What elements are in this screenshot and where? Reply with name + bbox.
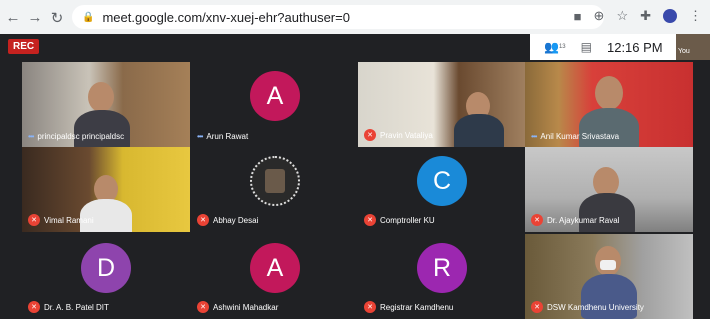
participant-name: ✕ Pravin Vataliya xyxy=(364,129,433,141)
self-view-label: You xyxy=(678,48,690,55)
mic-off-icon: ✕ xyxy=(28,214,40,226)
participant-name: ✕ Ashwini Mahadkar xyxy=(197,301,278,313)
browser-actions: ■ ⊕ ☆ ✚ ⋮ xyxy=(574,8,702,24)
participant-name: ✕ Comptroller KU xyxy=(364,214,435,226)
mic-off-icon: ✕ xyxy=(364,301,376,313)
menu-icon[interactable]: ⋮ xyxy=(689,8,702,24)
participant-tile[interactable]: R ✕ Registrar Kamdhenu xyxy=(358,234,526,319)
participant-tile[interactable]: A ••• Arun Rawat xyxy=(191,62,359,147)
browser-toolbar: ← → ↻ 🔒 meet.google.com/xnv-xuej-ehr?aut… xyxy=(0,0,710,34)
participant-avatar-image xyxy=(250,156,300,206)
participant-name: ✕ Vimal Ramani xyxy=(28,214,94,226)
participant-avatar: C xyxy=(417,156,467,206)
speaking-icon: ••• xyxy=(197,132,203,141)
back-icon[interactable]: ← xyxy=(4,9,22,26)
speaking-icon: ••• xyxy=(28,132,34,141)
participant-tile[interactable]: ✕ DSW Kamdhenu University xyxy=(525,234,693,319)
participant-body xyxy=(74,110,130,147)
zoom-icon[interactable]: ⊕ xyxy=(594,8,605,24)
participant-name: ••• Arun Rawat xyxy=(197,132,249,141)
participant-name: ✕ DSW Kamdhenu University xyxy=(531,301,644,313)
meeting-time: 12:16 PM xyxy=(606,39,663,55)
participant-body xyxy=(579,108,639,147)
chat-icon[interactable]: ▤ xyxy=(581,40,592,54)
star-icon[interactable]: ☆ xyxy=(616,8,628,24)
mic-off-icon: ✕ xyxy=(197,214,209,226)
participant-avatar: A xyxy=(250,243,300,293)
participant-tile[interactable]: ••• principaldsc principaldsc xyxy=(22,62,190,147)
camera-icon[interactable]: ■ xyxy=(574,9,582,24)
participant-tile[interactable]: ✕ Pravin Vataliya xyxy=(358,62,526,147)
address-bar[interactable]: 🔒 meet.google.com/xnv-xuej-ehr?authuser=… xyxy=(72,5,604,29)
mic-off-icon: ✕ xyxy=(28,301,40,313)
speaking-icon: ••• xyxy=(531,132,537,141)
participant-tile[interactable]: D ✕ Dr. A. B. Patel DIT xyxy=(22,234,190,319)
participant-tile[interactable]: ✕ Vimal Ramani xyxy=(22,147,190,232)
mic-off-icon: ✕ xyxy=(531,214,543,226)
participant-head xyxy=(88,82,114,112)
participant-name: ••• Anil Kumar Srivastava xyxy=(531,132,620,141)
participant-name: ••• principaldsc principaldsc xyxy=(28,132,125,141)
profile-icon[interactable] xyxy=(663,9,677,23)
mic-off-icon: ✕ xyxy=(364,129,376,141)
face-mask xyxy=(600,260,616,270)
extension-icon[interactable]: ✚ xyxy=(640,8,651,24)
participant-head xyxy=(595,76,623,110)
participants-count: 13 xyxy=(558,44,566,50)
participants-icon[interactable]: 👥 13 xyxy=(544,40,566,54)
avatar-photo xyxy=(265,169,285,193)
participant-body xyxy=(454,114,504,147)
participant-tile[interactable]: C ✕ Comptroller KU xyxy=(358,147,526,232)
forward-icon[interactable]: → xyxy=(26,9,44,26)
participant-tile[interactable]: ✕ Abhay Desai xyxy=(191,147,359,232)
participant-name: ✕ Dr. A. B. Patel DIT xyxy=(28,301,109,313)
participant-name: ✕ Abhay Desai xyxy=(197,214,258,226)
participant-tile[interactable]: ✕ Dr. Ajaykumar Raval xyxy=(525,147,693,232)
mic-off-icon: ✕ xyxy=(197,301,209,313)
self-view[interactable] xyxy=(676,34,710,60)
reload-icon[interactable]: ↻ xyxy=(48,9,66,27)
participant-body xyxy=(579,193,635,232)
lock-icon: 🔒 xyxy=(82,11,95,23)
mic-off-icon: ✕ xyxy=(531,301,543,313)
meeting-stage: REC 👥 13 ▤ 12:16 PM You ••• principaldsc p… xyxy=(0,34,710,319)
participant-avatar: D xyxy=(81,243,131,293)
participant-name: ✕ Dr. Ajaykumar Raval xyxy=(531,214,619,226)
participant-avatar: R xyxy=(417,243,467,293)
mic-off-icon: ✕ xyxy=(364,214,376,226)
recording-badge: REC xyxy=(8,39,40,54)
participant-tile[interactable]: A ✕ Ashwini Mahadkar xyxy=(191,234,359,319)
participant-avatar: A xyxy=(250,71,300,121)
participant-tile[interactable]: ••• Anil Kumar Srivastava xyxy=(525,62,693,147)
participant-name: ✕ Registrar Kamdhenu xyxy=(364,301,453,313)
url-text: meet.google.com/xnv-xuej-ehr?authuser=0 xyxy=(102,9,350,25)
